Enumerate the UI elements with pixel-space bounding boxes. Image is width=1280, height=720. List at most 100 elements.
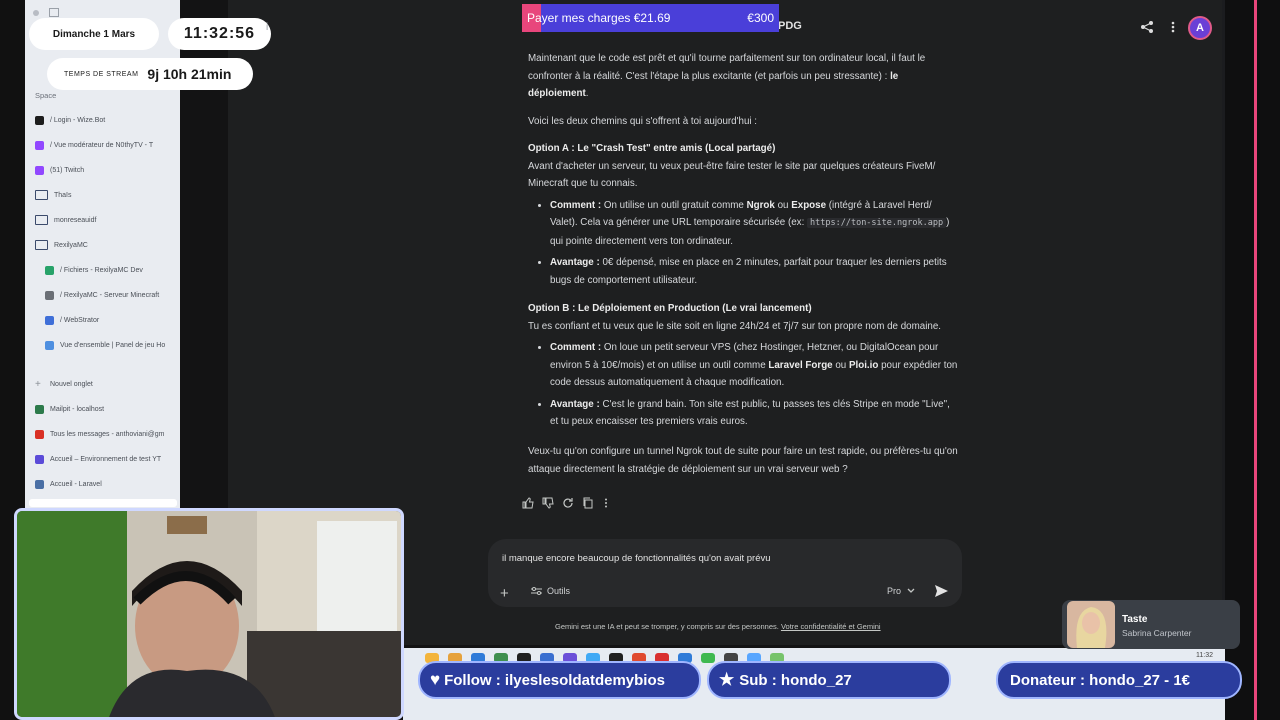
- list-item: Avantage : C'est le grand bain. Ton site…: [550, 396, 960, 431]
- window-dot-icon[interactable]: [33, 9, 39, 16]
- sidebar-item-label: (51) Twitch: [50, 166, 85, 174]
- sidebar-item-label: / Vue modérateur de N0thyTV - T: [50, 141, 154, 149]
- sidebar-item[interactable]: / RexilyaMC - Serveur Minecraft: [45, 284, 185, 306]
- paragraph-intro: Maintenant que le code est prêt et qu'il…: [528, 50, 960, 103]
- option-b-block: Option B : Le Déploiement en Production …: [528, 300, 960, 435]
- sidebar-item[interactable]: (51) Twitch: [35, 159, 175, 181]
- list-item: Comment : On loue un petit serveur VPS (…: [550, 339, 960, 392]
- bullet-label: Comment :: [550, 342, 602, 353]
- bullet-bold: Laravel Forge: [768, 359, 833, 371]
- more-vertical-icon[interactable]: [1168, 20, 1178, 34]
- more-vertical-icon[interactable]: [602, 497, 610, 509]
- date-pill: Dimanche 1 Mars: [29, 18, 159, 50]
- thumbs-down-icon[interactable]: [542, 497, 554, 509]
- bullet-text: ou: [774, 199, 792, 211]
- sidebar-item[interactable]: / Vue modérateur de N0thyTV - T: [35, 134, 175, 156]
- follow-text: Follow : ilyeslesoldatdemybios: [444, 671, 665, 689]
- option-b-list: Comment : On loue un petit serveur VPS (…: [528, 339, 960, 431]
- list-item: Avantage : 0€ dépensé, mise en place en …: [550, 254, 960, 289]
- donator-text: Donateur : hondo_27 - 1€: [1010, 671, 1191, 689]
- send-icon[interactable]: [935, 585, 948, 597]
- copy-icon[interactable]: [582, 497, 594, 509]
- bullet-text: ou: [832, 359, 849, 371]
- window-controls: [33, 8, 59, 17]
- donator-banner: Donateur : hondo_27 - 1€: [996, 661, 1242, 699]
- intro-end: .: [585, 88, 589, 99]
- sidebar-item[interactable]: / Fichiers - RexilyaMC Dev: [45, 259, 185, 281]
- sidebar-item-label: monreseauidf: [54, 216, 97, 224]
- thumbs-up-icon[interactable]: [522, 497, 534, 509]
- sidebar-item-label: / Fichiers - RexilyaMC Dev: [60, 266, 143, 274]
- bullet-bold: Ngrok: [746, 199, 775, 211]
- bullet-text: 0€ dépensé, mise en place en 2 minutes, …: [550, 257, 947, 286]
- server-icon: [45, 290, 54, 300]
- stream-time-pill: TEMPS DE STREAM 9j 10h 21min: [47, 58, 253, 90]
- option-a-title: Option A : Le "Crash Test" entre amis (L…: [528, 143, 776, 154]
- option-b-text: Tu es confiant et tu veux que le site so…: [528, 320, 941, 332]
- sidebar-item-label: Vue d'ensemble | Panel de jeu Ho: [60, 341, 166, 349]
- disclaimer-text: Gemini est une IA et peut se tromper, y …: [555, 622, 779, 631]
- avatar[interactable]: A: [1188, 16, 1212, 40]
- sidebar-item[interactable]: monreseauidf: [35, 209, 175, 231]
- s-icon: [45, 265, 54, 275]
- sidebar-item[interactable]: + Nouvel onglet: [35, 373, 175, 395]
- prompt-box[interactable]: [488, 539, 962, 607]
- share-icon[interactable]: [1140, 20, 1154, 34]
- inline-code: https://ton-site.ngrok.app: [807, 218, 947, 228]
- response-actions: [522, 497, 610, 509]
- model-selector[interactable]: Pro: [887, 586, 915, 596]
- laravel-icon: [35, 479, 44, 489]
- sidebar-item-label: / RexilyaMC - Serveur Minecraft: [60, 291, 160, 299]
- accent-stripe: [1254, 0, 1257, 720]
- space-label: Space: [35, 91, 57, 100]
- track-artist: Sabrina Carpenter: [1122, 628, 1192, 638]
- sidebar-item[interactable]: Accueil – Environnement de test YT: [35, 448, 175, 470]
- sidebar-item-label: / Login - Wize.Bot: [50, 116, 106, 124]
- sidebar-item-label: Nouvel onglet: [50, 380, 93, 388]
- webcam-image: [17, 511, 401, 717]
- paragraph-closing: Veux-tu qu'on configure un tunnel Ngrok …: [528, 446, 958, 475]
- heart-icon: ♥: [430, 670, 441, 689]
- sidebar-item-label: Tous les messages - anthoviani@gm: [50, 430, 165, 438]
- spotify-icon[interactable]: [701, 653, 715, 663]
- now-playing-widget: Taste Sabrina Carpenter: [1062, 600, 1240, 649]
- model-label: Pro: [887, 586, 902, 596]
- tools-button[interactable]: Outils: [531, 586, 570, 596]
- sidebar-item[interactable]: Thaïs: [35, 184, 175, 206]
- gmail-icon: [35, 429, 44, 439]
- sidebar-item[interactable]: Accueil - Laravel: [35, 473, 175, 495]
- bullet-label: Avantage :: [550, 257, 600, 268]
- prompt-input[interactable]: il manque encore beaucoup de fonctionnal…: [502, 553, 771, 564]
- follow-banner: ♥ Follow : ilyeslesoldatdemybios: [418, 661, 701, 699]
- tools-label: Outils: [547, 586, 571, 596]
- sidebar-item[interactable]: RexilyaMC: [35, 234, 175, 256]
- sidebar-item-label: Mailpit - localhost: [50, 405, 105, 413]
- sidebar-item-label: Thaïs: [54, 191, 72, 199]
- sidebar-toggle-icon[interactable]: [49, 8, 59, 17]
- sidebar-selected-item[interactable]: [29, 499, 177, 507]
- taskbar-clock: 11:32: [1196, 652, 1213, 659]
- plus-icon: +: [35, 378, 41, 390]
- sidebar-item[interactable]: Vue d'ensemble | Panel de jeu Ho: [45, 334, 185, 356]
- track-title: Taste: [1122, 614, 1148, 625]
- sidebar-item[interactable]: Mailpit - localhost: [35, 398, 175, 420]
- bullet-bold: Ploi.io: [848, 359, 879, 371]
- sub-text: Sub : hondo_27: [739, 671, 852, 689]
- regenerate-icon[interactable]: [562, 497, 574, 509]
- sidebar-item[interactable]: Tous les messages - anthoviani@gm: [35, 423, 175, 445]
- add-plus-icon[interactable]: +: [500, 585, 509, 602]
- twitch-icon: [35, 165, 44, 175]
- stream-time: 9j 10h 21min: [147, 66, 232, 82]
- option-a-text: Avant d'acheter un serveur, tu veux peut…: [528, 160, 936, 190]
- sidebar-item[interactable]: / WebStrator: [45, 309, 185, 331]
- webstrator-icon: [45, 315, 54, 325]
- sidebar-item-label: Accueil – Environnement de test YT: [50, 455, 162, 463]
- privacy-link[interactable]: Votre confidentialité et Gemini: [781, 622, 881, 631]
- charges-goal: €300: [747, 11, 774, 25]
- sub-banner: ★ Sub : hondo_27: [707, 661, 951, 699]
- wizebot-icon: [35, 115, 44, 125]
- sidebar-item[interactable]: / Login - Wize.Bot: [35, 109, 175, 131]
- option-a-list: Comment : On utilise un outil gratuit co…: [528, 197, 960, 290]
- star-icon: ★: [719, 670, 735, 689]
- list-item: Comment : On utilise un outil gratuit co…: [550, 197, 960, 251]
